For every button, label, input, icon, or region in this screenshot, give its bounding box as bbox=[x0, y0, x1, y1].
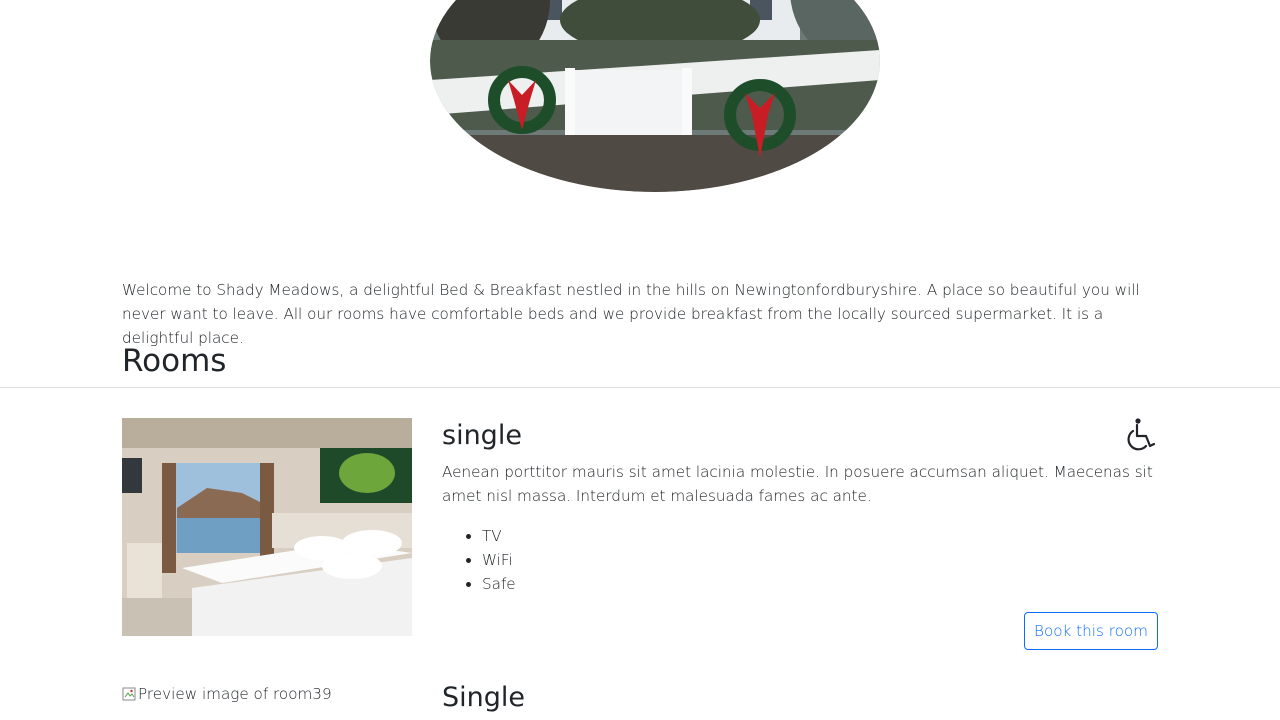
feature-item: TV bbox=[482, 524, 516, 548]
broken-image-icon bbox=[122, 687, 136, 701]
room-name: Single bbox=[442, 682, 526, 713]
welcome-text: Welcome to Shady Meadows, a delightful B… bbox=[122, 281, 1140, 347]
section-divider bbox=[0, 387, 1280, 388]
room-features-list: TV WiFi Safe bbox=[442, 524, 516, 596]
feature-item: Safe bbox=[482, 572, 516, 596]
room-image bbox=[122, 418, 412, 636]
rooms-heading: Rooms bbox=[122, 343, 227, 379]
book-room-button[interactable]: Book this room bbox=[1024, 612, 1158, 650]
hero-image bbox=[430, 0, 880, 192]
feature-item: WiFi bbox=[482, 548, 516, 572]
room-name: single bbox=[442, 420, 522, 451]
room-description: Aenean porttitor mauris sit amet lacinia… bbox=[442, 463, 1153, 505]
wheelchair-icon bbox=[1124, 416, 1160, 452]
room-image-alt: Preview image of room39 bbox=[138, 685, 332, 703]
room-image-broken: Preview image of room39 bbox=[122, 682, 332, 706]
